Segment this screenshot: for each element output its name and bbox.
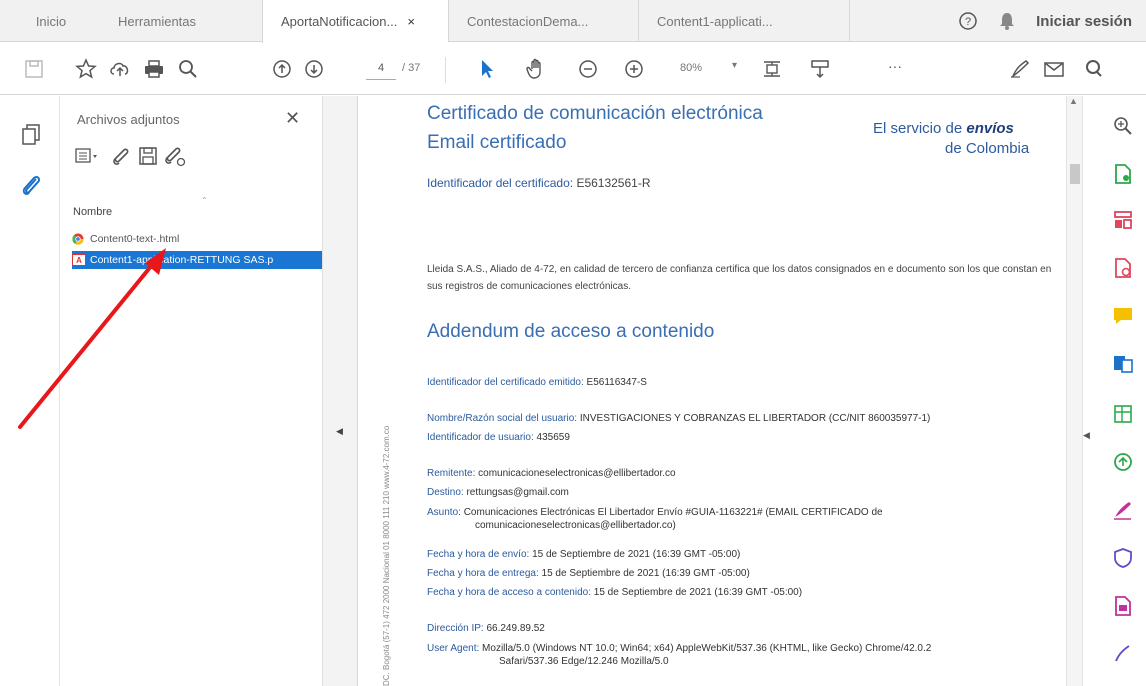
- sign-pen-icon[interactable]: [1008, 57, 1032, 81]
- bookmark-star-icon[interactable]: [74, 57, 98, 81]
- panel-splitter[interactable]: ◀: [322, 96, 358, 686]
- right-tools-pane: ◀: [1082, 96, 1146, 686]
- zoom-tool-icon[interactable]: [1111, 114, 1135, 138]
- sort-indicator: ⌃: [201, 196, 208, 205]
- save-attachment-icon[interactable]: [136, 144, 160, 168]
- tab-label: Content1-applicati...: [657, 13, 773, 29]
- zoom-in-icon[interactable]: [622, 57, 646, 81]
- signin-button[interactable]: Iniciar sesión: [1036, 13, 1132, 30]
- column-header-name[interactable]: Nombre: [73, 206, 112, 218]
- fill-sign-icon[interactable]: [1111, 498, 1135, 522]
- options-list-icon[interactable]: [74, 146, 100, 166]
- document-title: Certificado de comunicación electrónica: [427, 103, 763, 124]
- attachments-paperclip-icon[interactable]: [20, 172, 42, 198]
- zoom-search-icon[interactable]: [176, 57, 200, 81]
- left-navigation-pane: [0, 96, 60, 686]
- tab-home[interactable]: Inicio: [26, 0, 76, 42]
- field-user-name: Nombre/Razón social del usuario: INVESTI…: [427, 413, 931, 424]
- tab-document-aporta[interactable]: AportaNotificacion... ×: [262, 0, 448, 43]
- zoom-dropdown-icon[interactable]: ▾: [732, 60, 737, 71]
- comment-icon[interactable]: [1111, 304, 1135, 328]
- fit-page-icon[interactable]: [760, 57, 784, 81]
- share-user-icon[interactable]: [1082, 57, 1106, 81]
- zoom-level[interactable]: 80%: [680, 62, 702, 74]
- compress-pdf-icon[interactable]: [1111, 450, 1135, 474]
- brand-line-1: El servicio de envíos: [873, 120, 1014, 137]
- field-destination: Destino: rettungsas@gmail.com: [427, 487, 569, 498]
- more-tools-pen-icon[interactable]: [1111, 642, 1135, 666]
- expand-tools-icon[interactable]: ◀: [1083, 430, 1090, 441]
- tab-label: ContestacionDema...: [467, 13, 589, 29]
- help-icon[interactable]: ?: [958, 11, 978, 31]
- close-panel-icon[interactable]: ✕: [285, 108, 300, 129]
- tab-bar: Inicio Herramientas AportaNotificacion..…: [0, 0, 1146, 43]
- page-number-input[interactable]: [366, 56, 396, 80]
- hand-tool-icon[interactable]: [524, 57, 548, 81]
- field-sent-date: Fecha y hora de envío: 15 de Septiembre …: [427, 549, 741, 560]
- panel-title: Archivos adjuntos: [77, 112, 180, 127]
- svg-text:A: A: [76, 256, 82, 265]
- add-attachment-icon[interactable]: [110, 144, 134, 168]
- certification-paragraph: Lleida S.A.S., Aliado de 4-72, en calida…: [427, 264, 1052, 292]
- vertical-margin-text: DC. Bogotá (57-1) 472 2000 Nacional 01 8…: [382, 425, 391, 686]
- previous-page-icon[interactable]: [270, 57, 294, 81]
- send-for-signature-icon[interactable]: [1111, 594, 1135, 618]
- attachment-name: Content0-text-.html: [90, 233, 180, 245]
- certificate-id: Identificador del certificado: E56132561…: [427, 176, 651, 190]
- page-thumbnails-icon[interactable]: [20, 122, 42, 146]
- brand-line-2: de Colombia: [945, 140, 1030, 157]
- field-subject: Asunto: Comunicaciones Electrónicas El L…: [427, 507, 883, 531]
- svg-text:?: ?: [965, 16, 971, 28]
- open-attachment-icon[interactable]: [162, 144, 188, 168]
- upload-cloud-icon[interactable]: [108, 57, 132, 81]
- chrome-icon: [72, 233, 84, 245]
- attachments-panel: Archivos adjuntos ✕ ⌃ Nombre Content0-te…: [60, 96, 322, 686]
- more-tools-icon[interactable]: ···: [888, 58, 902, 74]
- attachment-item-selected[interactable]: A Content1-application-RETTUNG SAS.p: [72, 251, 322, 269]
- attachment-name: Content1-application-RETTUNG SAS.p: [90, 254, 274, 266]
- next-page-icon[interactable]: [302, 57, 326, 81]
- document-scrollbar[interactable]: ▲: [1066, 96, 1082, 686]
- scrollbar-thumb[interactable]: [1070, 164, 1080, 184]
- page-total: / 37: [402, 62, 421, 74]
- toolbar-divider: [445, 57, 446, 83]
- organize-pages-icon[interactable]: [1111, 208, 1135, 232]
- combine-files-icon[interactable]: [1111, 352, 1135, 376]
- edit-table-icon[interactable]: [1111, 402, 1135, 426]
- addendum-title: Addendum de acceso a contenido: [427, 321, 715, 342]
- document-page: DC. Bogotá (57-1) 472 2000 Nacional 01 8…: [358, 96, 1066, 686]
- field-ip-address: Dirección IP: 66.249.89.52: [427, 623, 545, 634]
- zoom-out-icon[interactable]: [576, 57, 600, 81]
- scroll-mode-icon[interactable]: [808, 57, 832, 81]
- field-delivered-date: Fecha y hora de entrega: 15 de Septiembr…: [427, 568, 750, 579]
- attachment-item[interactable]: Content0-text-.html: [72, 230, 179, 248]
- collapse-panel-icon[interactable]: ◀: [336, 426, 343, 437]
- field-user-id: Identificador de usuario: 435659: [427, 432, 570, 443]
- email-icon[interactable]: [1042, 57, 1066, 81]
- tab-document-content1[interactable]: Content1-applicati...: [638, 0, 850, 42]
- print-icon[interactable]: [142, 57, 166, 81]
- create-pdf-icon[interactable]: [1111, 256, 1135, 280]
- field-cert-emitted: Identificador del certificado emitido: E…: [427, 377, 647, 388]
- tab-label: AportaNotificacion...: [281, 14, 398, 29]
- export-pdf-icon[interactable]: [1111, 162, 1135, 186]
- scroll-up-icon[interactable]: ▲: [1069, 96, 1078, 106]
- document-subtitle: Email certificado: [427, 132, 567, 153]
- main-toolbar: / 37 80% ▾ ···: [0, 43, 1146, 95]
- close-tab-icon[interactable]: ×: [407, 14, 415, 29]
- field-accessed-date: Fecha y hora de acceso a contenido: 15 d…: [427, 587, 803, 598]
- save-icon[interactable]: [22, 57, 46, 81]
- bell-icon[interactable]: [998, 11, 1016, 31]
- field-sender: Remitente: comunicacioneselectronicas@el…: [427, 468, 676, 479]
- header-actions: ? Iniciar sesión: [958, 0, 1132, 42]
- pdf-icon: A: [72, 254, 86, 266]
- select-cursor-icon[interactable]: [475, 57, 499, 81]
- protect-shield-icon[interactable]: [1111, 546, 1135, 570]
- tab-document-contestacion[interactable]: ContestacionDema...: [448, 0, 638, 42]
- tab-tools[interactable]: Herramientas: [92, 0, 222, 42]
- field-user-agent: User Agent: Mozilla/5.0 (Windows NT 10.0…: [427, 643, 932, 667]
